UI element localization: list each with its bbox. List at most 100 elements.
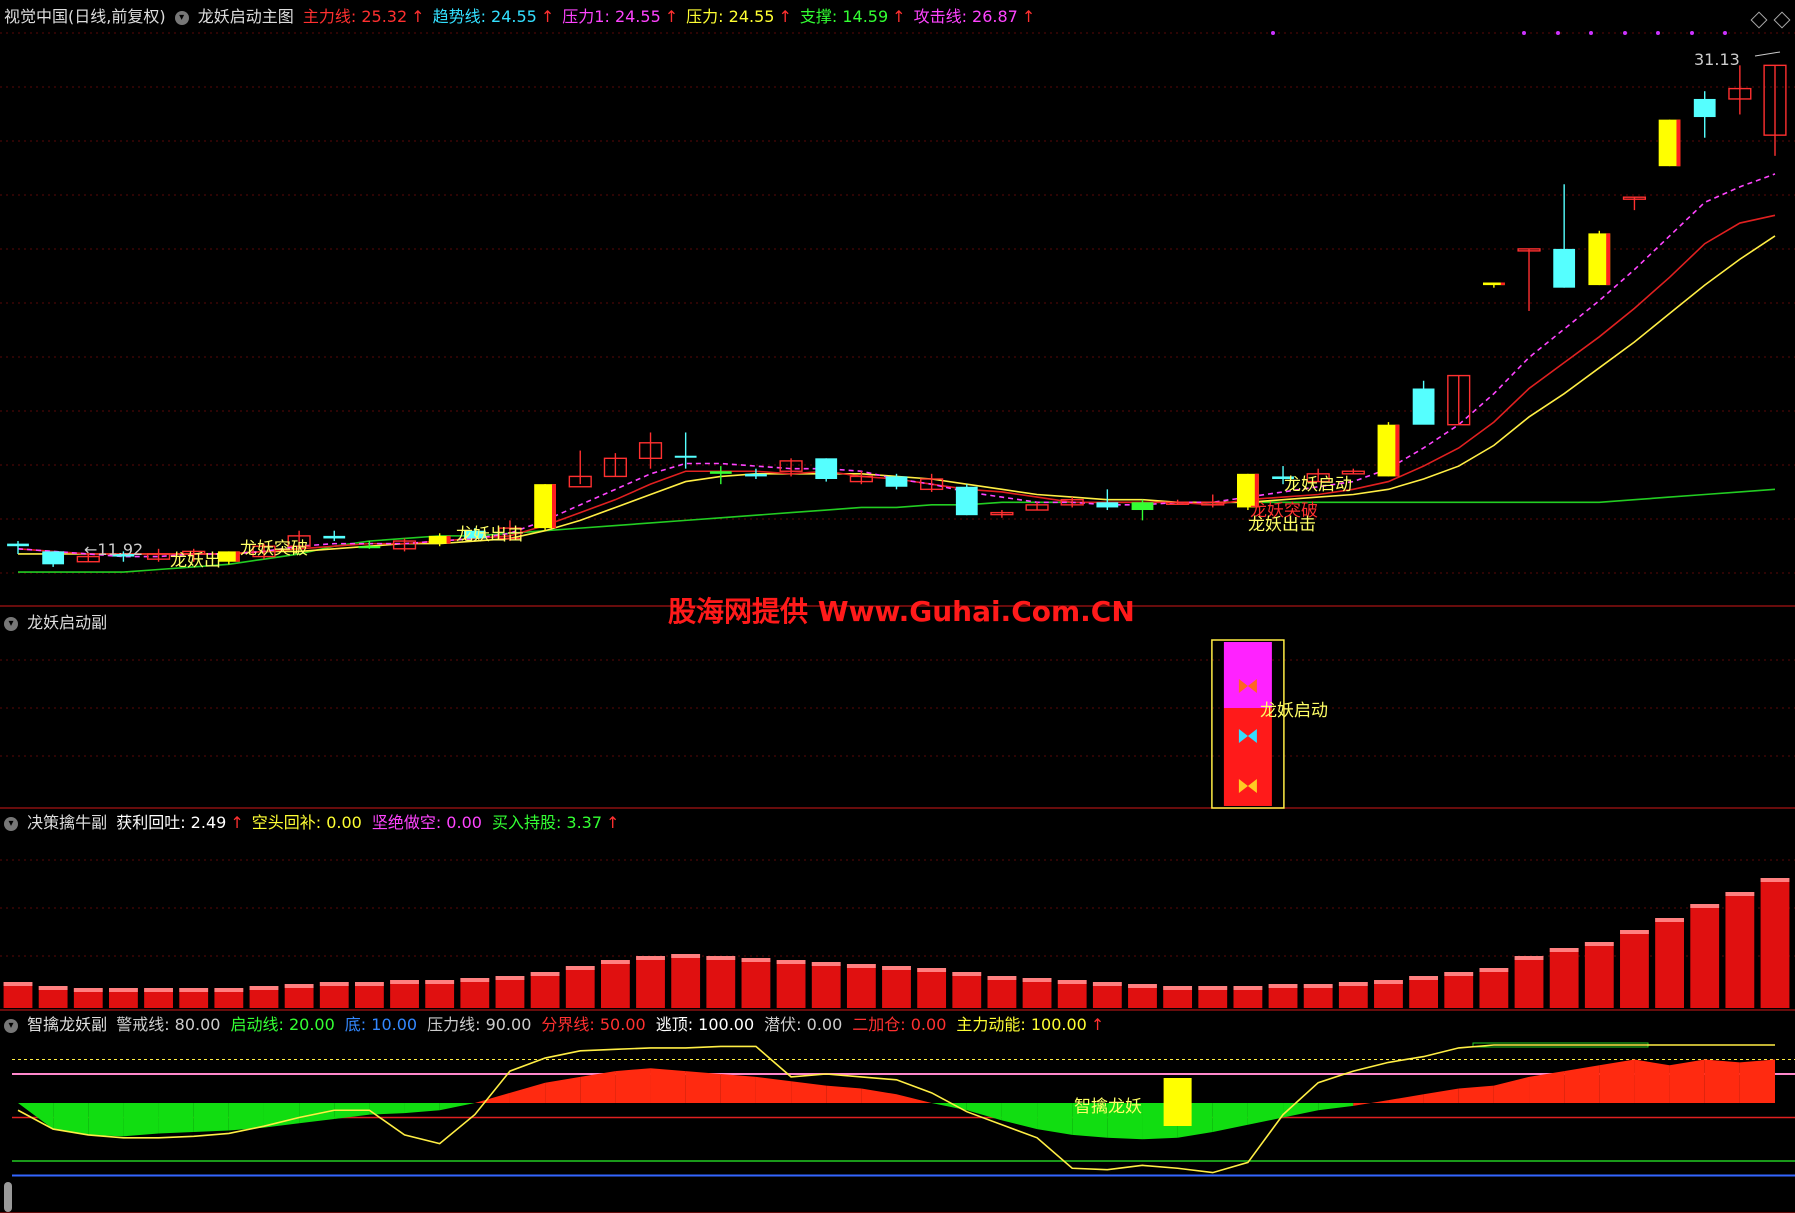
momentum-area (685, 1071, 721, 1103)
volume-bar-cap (1655, 918, 1684, 922)
volume-bar-cap (706, 956, 736, 960)
candle-body-edge (1395, 424, 1400, 477)
momentum-area (1001, 1103, 1038, 1130)
marker-dot (1556, 31, 1560, 35)
momentum-area (1704, 1059, 1740, 1103)
sub3-metric: 潜伏: 0.00 (764, 1015, 843, 1034)
candle-body (1096, 502, 1119, 508)
sub1-title[interactable]: 龙妖启动副 (27, 613, 107, 632)
main-indicator-title[interactable]: 龙妖启动主图 (198, 7, 294, 26)
chevron-down-icon[interactable]: ▾ (4, 616, 18, 631)
volume-bar-cap (1268, 984, 1298, 988)
volume-bar-cap (214, 988, 244, 992)
volume-bar (460, 978, 490, 1008)
volume-bar (425, 980, 455, 1008)
volume-bar-cap (319, 982, 349, 986)
volume-bar (1374, 980, 1403, 1008)
volume-bar-cap (284, 984, 314, 988)
scroll-handle (4, 1182, 12, 1212)
momentum-area (439, 1103, 475, 1111)
volume-bar (952, 972, 982, 1008)
up-arrow-icon: ↑ (1090, 1015, 1105, 1034)
momentum-area (369, 1103, 405, 1115)
sub2-metrics: 获利回吐: 2.49 ↑ 空头回补: 0.00 坚绝做空: 0.00 买入持股: 3.3… (116, 813, 627, 832)
up-arrow-icon: ↑ (540, 7, 555, 26)
candle-body (709, 471, 732, 474)
momentum-area (720, 1074, 756, 1103)
chevron-down-icon[interactable]: ▾ (4, 1018, 18, 1033)
volume-bar-cap (1233, 986, 1263, 990)
volume-bar-cap (1409, 976, 1439, 980)
signal-label: 龙妖出 (170, 551, 221, 571)
candle-body (1693, 98, 1716, 118)
sub2-metric: 坚绝做空: 0.00 (371, 813, 482, 832)
momentum-area (474, 1092, 510, 1103)
main-metric: 趋势线: 24.55 (432, 7, 537, 26)
up-arrow-icon: ↑ (778, 7, 792, 26)
momentum-area (1318, 1103, 1354, 1111)
volume-bar-cap (179, 988, 209, 992)
volume-bar-cap (952, 972, 982, 976)
volume-bar-cap (1303, 984, 1333, 988)
stock-title: 视觉中国(日线,前复权) (4, 7, 166, 26)
momentum-area (509, 1082, 546, 1103)
volume-bar-cap (1128, 984, 1157, 988)
volume-bar-cap (1198, 986, 1228, 990)
momentum-area (826, 1085, 862, 1103)
momentum-area (1423, 1088, 1459, 1103)
momentum-area (404, 1103, 440, 1114)
high-price-label: 31.13 (1694, 50, 1740, 69)
candle-body (1553, 248, 1576, 288)
sub2-metric: 空头回补: 0.00 (251, 813, 362, 832)
candle-body (358, 546, 381, 549)
chevron-down-icon[interactable]: ▾ (4, 816, 18, 831)
volume-bar-cap (1725, 892, 1755, 896)
volume-bar-cap (1338, 982, 1368, 986)
momentum-area (228, 1103, 264, 1131)
volume-bar (741, 958, 771, 1008)
signal-label: 龙妖出击 (456, 525, 524, 545)
volume-bar-cap (249, 986, 279, 990)
volume-bar-cap (1690, 904, 1720, 908)
up-arrow-icon: ↑ (411, 7, 425, 26)
volume-bar (600, 960, 630, 1008)
volume-bar-cap (460, 978, 490, 982)
volume-bar-cap (565, 966, 595, 970)
momentum-area (193, 1103, 229, 1132)
momentum-area (1037, 1103, 1073, 1135)
signal-block-yellow (1163, 1078, 1192, 1126)
momentum-area (1669, 1059, 1705, 1103)
sub2-title[interactable]: 决策擒牛副 (27, 813, 107, 832)
candle-body (674, 455, 697, 458)
volume-bar (1620, 930, 1649, 1008)
volume-bar-cap (1584, 942, 1614, 946)
main-metric: 压力: 24.55 (686, 7, 775, 26)
sub3-title[interactable]: 智擒龙妖副 (27, 1015, 107, 1034)
sub3-metric: 主力动能: 100.00 (956, 1015, 1087, 1034)
volume-bar (671, 954, 701, 1008)
volume-bar (1409, 976, 1439, 1008)
volume-bar-cap (1479, 968, 1509, 972)
volume-bar-cap (354, 982, 384, 986)
candle-body-edge (446, 535, 451, 544)
sub3-metric: 启动线: 20.00 (230, 1015, 335, 1034)
up-arrow-icon: ↑ (1021, 7, 1036, 26)
volume-bar-cap (636, 956, 665, 960)
candle-body (323, 535, 346, 539)
volume-bar-cap (1022, 978, 1052, 982)
momentum-area (18, 1103, 54, 1130)
sub2-header: ▾ 决策擒牛副 获利回吐: 2.49 ↑ 空头回补: 0.00 坚绝做空: 0.00 买… (4, 812, 631, 834)
candle-body (745, 473, 767, 477)
momentum-area (615, 1068, 651, 1103)
volume-bar-cap (882, 966, 911, 970)
chevron-down-icon[interactable]: ▾ (174, 10, 189, 25)
up-arrow-icon: ↑ (606, 813, 620, 832)
volume-bar (390, 980, 419, 1008)
main-metric: 主力线: 25.32 (302, 7, 408, 26)
momentum-area (1529, 1071, 1565, 1103)
volume-bar (811, 962, 841, 1008)
momentum-area (1564, 1065, 1600, 1103)
candle-body (42, 551, 65, 565)
up-arrow-icon: ↑ (892, 7, 906, 26)
volume-bar-cap (1760, 878, 1790, 882)
